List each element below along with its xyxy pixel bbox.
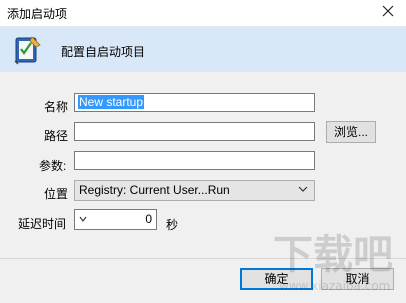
dialog-heading: 配置自启动项目 xyxy=(61,45,146,59)
startup-tool-icon xyxy=(14,36,41,65)
close-icon[interactable] xyxy=(380,3,396,19)
window-title: 添加启动项 xyxy=(7,7,68,21)
params-input[interactable] xyxy=(74,151,315,170)
delay-value: 0 xyxy=(145,212,152,226)
delay-label: 延迟时间 xyxy=(18,217,67,231)
delay-unit: 秒 xyxy=(166,218,179,232)
name-input[interactable]: New startup xyxy=(74,93,315,112)
chevron-down-icon xyxy=(298,186,308,192)
chevron-down-icon[interactable] xyxy=(79,215,87,223)
path-label: 路径 xyxy=(44,129,69,143)
location-label: 位置 xyxy=(44,187,69,201)
location-select[interactable]: Registry: Current User...Run xyxy=(74,180,315,201)
name-input-value: New startup xyxy=(78,95,145,109)
params-label: 参数: xyxy=(39,159,67,173)
location-select-value: Registry: Current User...Run xyxy=(79,183,230,197)
dialog-header: 配置自启动项目 xyxy=(0,27,406,72)
path-input[interactable] xyxy=(74,122,315,141)
name-label: 名称 xyxy=(44,100,69,114)
cancel-button[interactable]: 取消 xyxy=(321,268,394,290)
ok-button[interactable]: 确定 xyxy=(240,268,313,290)
title-bar: 添加启动项 xyxy=(0,0,406,27)
delay-spinner[interactable]: 0 xyxy=(74,209,157,230)
browse-button[interactable]: 浏览... xyxy=(326,121,376,143)
